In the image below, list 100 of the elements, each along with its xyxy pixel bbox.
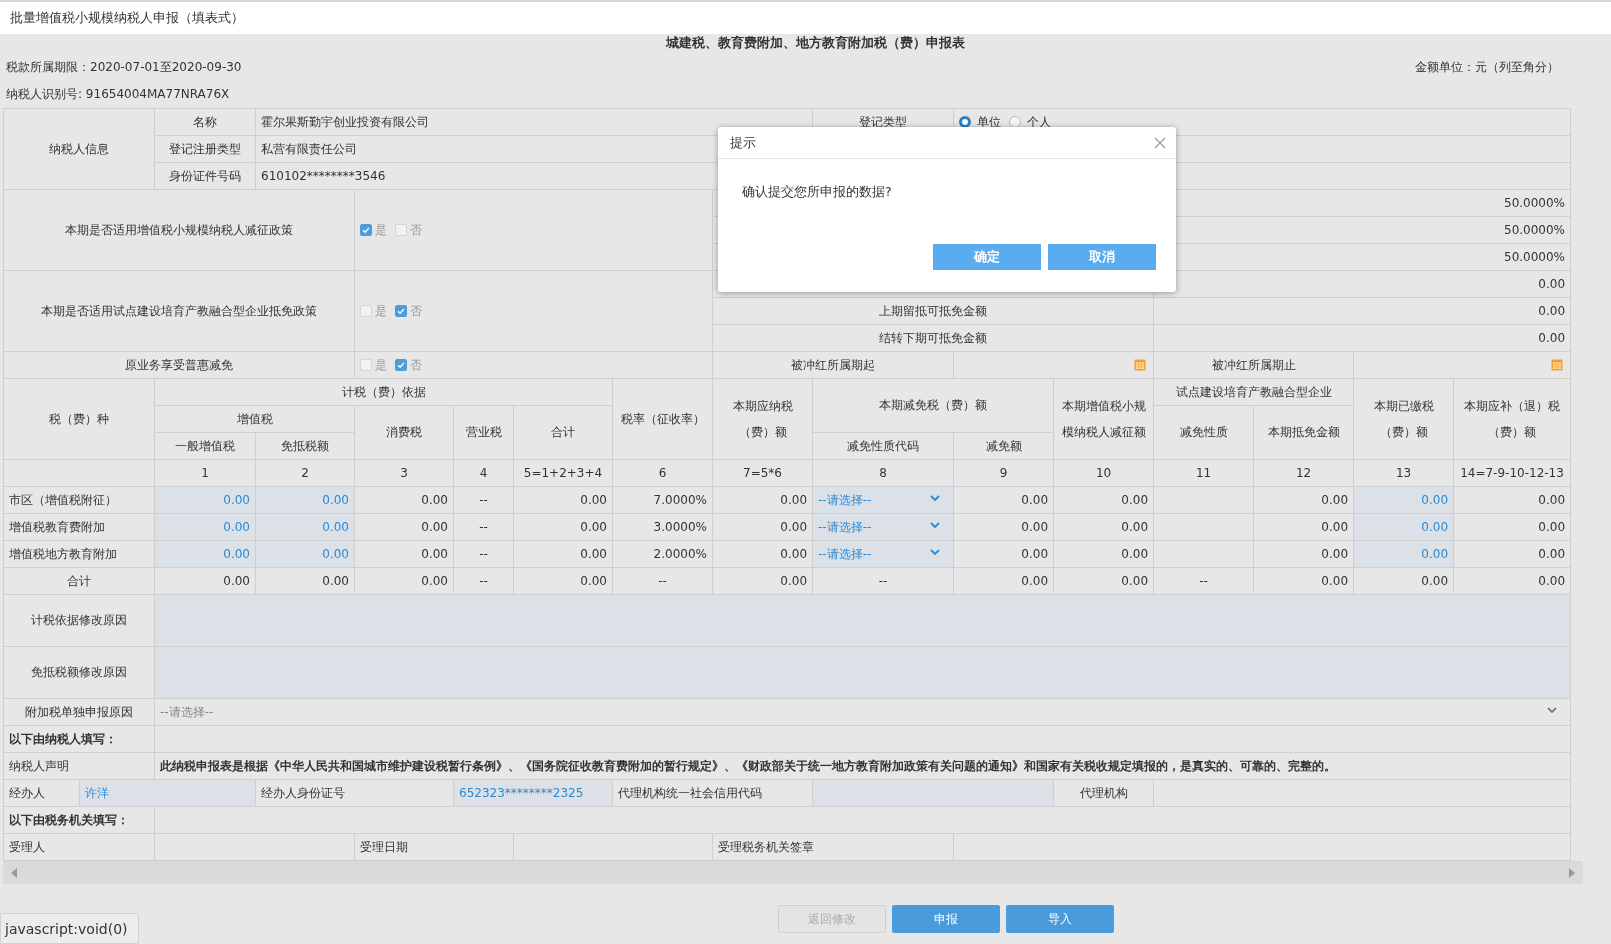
input-field[interactable]: 0.00 <box>255 513 355 541</box>
input-field[interactable]: 652323********2325 <box>453 779 613 807</box>
table-cell: 3.0000% <box>612 513 713 541</box>
table-cell: 合计 <box>3 567 155 595</box>
input-field[interactable]: 0.00 <box>255 540 355 568</box>
column-header: 本期应纳税（费）额 <box>712 378 813 460</box>
table-cell: 被冲红所属期起 <box>712 351 954 379</box>
chevron-down-icon <box>930 521 941 528</box>
column-header: 本期已缴税（费）额 <box>1353 378 1454 460</box>
table-cell: 0.00 <box>1153 324 1571 352</box>
column-header: 本期减免税（费）额 <box>812 378 1054 433</box>
scroll-left-icon[interactable] <box>11 867 17 878</box>
checkbox[interactable] <box>395 359 407 372</box>
column-header: 减免性质代码 <box>812 432 954 460</box>
table-cell: 0.00 <box>1253 513 1354 541</box>
table-cell: 经办人 <box>3 779 80 807</box>
input-field[interactable] <box>812 779 1054 807</box>
section-heading: 以下由税务机关填写： <box>3 806 155 834</box>
unit-text: 金额单位：元（列至角分） <box>1415 59 1559 76</box>
input-field[interactable]: 0.00 <box>255 486 355 514</box>
table-cell: 0.00 <box>513 486 613 514</box>
table-cell: 附加税单独申报原因 <box>3 698 155 726</box>
checkbox[interactable] <box>360 305 372 318</box>
table-cell: 市区（增值税附征） <box>3 486 155 514</box>
column-header: 计税（费）依据 <box>154 378 613 406</box>
table-cell: 身份证件号码 <box>154 162 256 190</box>
dialog-button[interactable]: 取消 <box>1048 244 1156 270</box>
horizontal-scrollbar[interactable] <box>3 861 1583 884</box>
select-field[interactable]: --请选择-- <box>812 540 954 568</box>
table-cell: -- <box>612 567 713 595</box>
column-index: 13 <box>1353 459 1454 487</box>
table-cell: 0.00 <box>354 567 454 595</box>
period-text: 税款所属期限：2020-07-01至2020-09-30 <box>6 59 242 76</box>
column-index: 6 <box>612 459 713 487</box>
table-cell: 0.00 <box>1353 567 1454 595</box>
chevron-down-icon <box>930 548 941 555</box>
checkbox[interactable] <box>360 359 372 372</box>
scroll-right-icon[interactable] <box>1569 867 1575 878</box>
calendar-icon[interactable] <box>1134 359 1147 372</box>
table-cell: -- <box>453 486 514 514</box>
checkbox-label: 是 <box>375 303 387 319</box>
input-field[interactable]: 0.00 <box>1353 486 1454 514</box>
table-cell: 0.00 <box>513 513 613 541</box>
column-index: 2 <box>255 459 355 487</box>
table-cell: 本期是否适用增值税小规模纳税人减征政策 <box>3 189 355 271</box>
table-cell: 纳税人声明 <box>3 752 155 780</box>
select-field[interactable]: --请选择-- <box>812 486 954 514</box>
column-index: 12 <box>1253 459 1354 487</box>
table-cell: 受理日期 <box>354 833 514 861</box>
select-field[interactable]: --请选择-- <box>812 513 954 541</box>
calendar-icon[interactable] <box>1551 359 1564 372</box>
input-field[interactable]: 0.00 <box>154 540 256 568</box>
table-cell: 计税依据修改原因 <box>3 594 155 647</box>
column-index: 10 <box>1053 459 1154 487</box>
radio-button[interactable] <box>1009 116 1022 129</box>
table-cell: -- <box>453 513 514 541</box>
action-button[interactable]: 导入 <box>1006 905 1114 933</box>
select-field[interactable]: --请选择-- <box>154 698 1571 726</box>
table-cell: 增值税教育费附加 <box>3 513 155 541</box>
column-header: 本期应补（退）税（费）额 <box>1453 378 1571 460</box>
table-cell: 代理机构统一社会信用代码 <box>612 779 813 807</box>
checkbox[interactable] <box>360 224 372 237</box>
column-header: 增值税 <box>154 405 355 433</box>
action-button[interactable]: 申报 <box>892 905 1000 933</box>
column-index: 3 <box>354 459 454 487</box>
table-cell: 0.00 <box>154 567 256 595</box>
text-area[interactable] <box>154 594 1571 647</box>
table-cell: 0.00 <box>513 567 613 595</box>
table-cell: 0.00 <box>953 513 1054 541</box>
table-cell: -- <box>453 540 514 568</box>
input-field[interactable]: 许洋 <box>79 779 256 807</box>
section-heading: 以下由纳税人填写： <box>3 725 155 753</box>
column-index: 14=7-9-10-12-13 <box>1453 459 1571 487</box>
table-cell: 0.00 <box>953 567 1054 595</box>
column-index: 4 <box>453 459 514 487</box>
table-cell: 0.00 <box>953 540 1054 568</box>
input-field[interactable]: 0.00 <box>1353 540 1454 568</box>
table-cell: -- <box>453 567 514 595</box>
text-area[interactable] <box>154 646 1571 699</box>
input-field[interactable]: 0.00 <box>154 486 256 514</box>
checkbox[interactable] <box>395 305 407 318</box>
checkbox-label: 否 <box>410 303 422 319</box>
column-header: 税（费）种 <box>3 378 155 460</box>
input-field[interactable]: 0.00 <box>1353 513 1454 541</box>
table-cell: 2.0000% <box>612 540 713 568</box>
table-cell: 0.00 <box>712 513 813 541</box>
column-index: 11 <box>1153 459 1254 487</box>
table-cell: 被冲红所属期止 <box>1153 351 1354 379</box>
column-index: 9 <box>953 459 1054 487</box>
input-field[interactable]: 0.00 <box>154 513 256 541</box>
table-cell: 0.00 <box>255 567 355 595</box>
table-cell: 0.00 <box>1153 297 1571 325</box>
table-cell: 0.00 <box>354 513 454 541</box>
column-header: 税率（征收率） <box>612 378 713 460</box>
dialog-button[interactable]: 确定 <box>933 244 1041 270</box>
close-icon[interactable] <box>1154 136 1166 149</box>
checkbox[interactable] <box>395 224 407 237</box>
table-cell: 名称 <box>154 108 256 136</box>
table-cell: 0.00 <box>1453 540 1571 568</box>
radio-button[interactable] <box>959 116 972 129</box>
